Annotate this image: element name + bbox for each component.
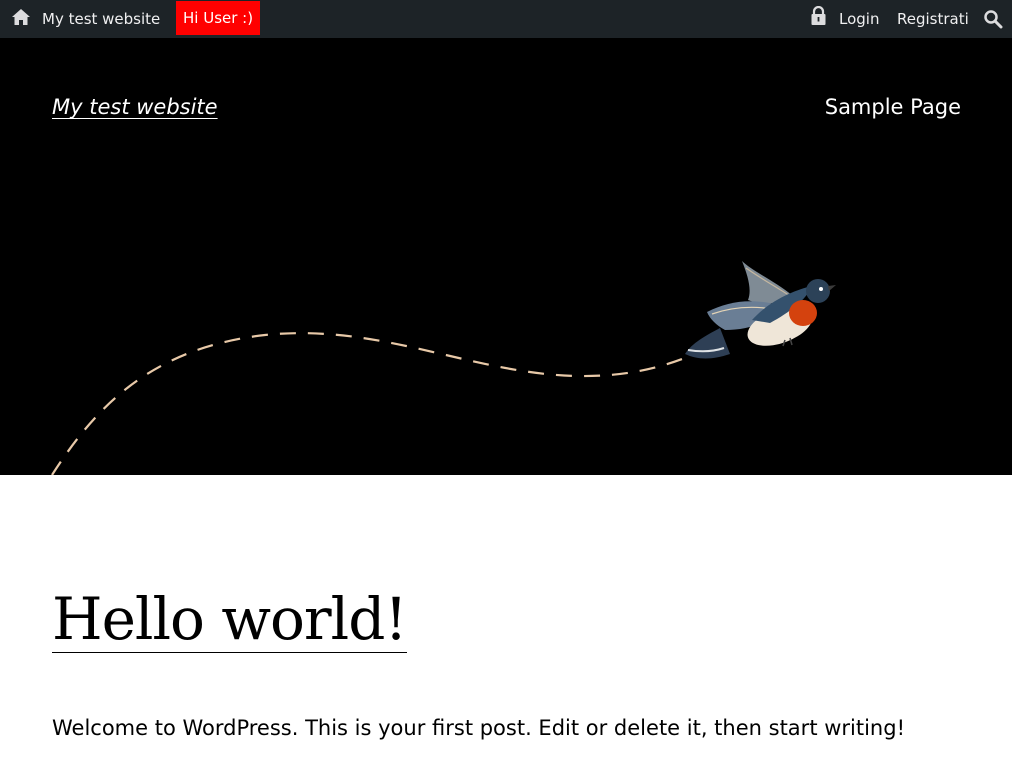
search-icon[interactable] (983, 9, 1003, 29)
post-title[interactable]: Hello world! (52, 586, 408, 653)
bird-illustration (685, 261, 836, 359)
admin-bar-greeting[interactable]: Hi User :) (176, 1, 261, 35)
lock-icon (811, 6, 826, 25)
admin-bar: My test website Hi User :) Login Registr… (0, 0, 1012, 38)
login-link[interactable]: Login (839, 0, 879, 38)
admin-bar-site-link[interactable]: My test website (42, 0, 160, 38)
site-header: My test website Sample Page (0, 38, 1012, 475)
flight-path-line (51, 332, 691, 475)
post-excerpt: Welcome to WordPress. This is your first… (52, 716, 905, 740)
home-icon[interactable] (11, 7, 31, 27)
register-link[interactable]: Registrati (897, 0, 969, 38)
header-illustration (51, 261, 836, 475)
